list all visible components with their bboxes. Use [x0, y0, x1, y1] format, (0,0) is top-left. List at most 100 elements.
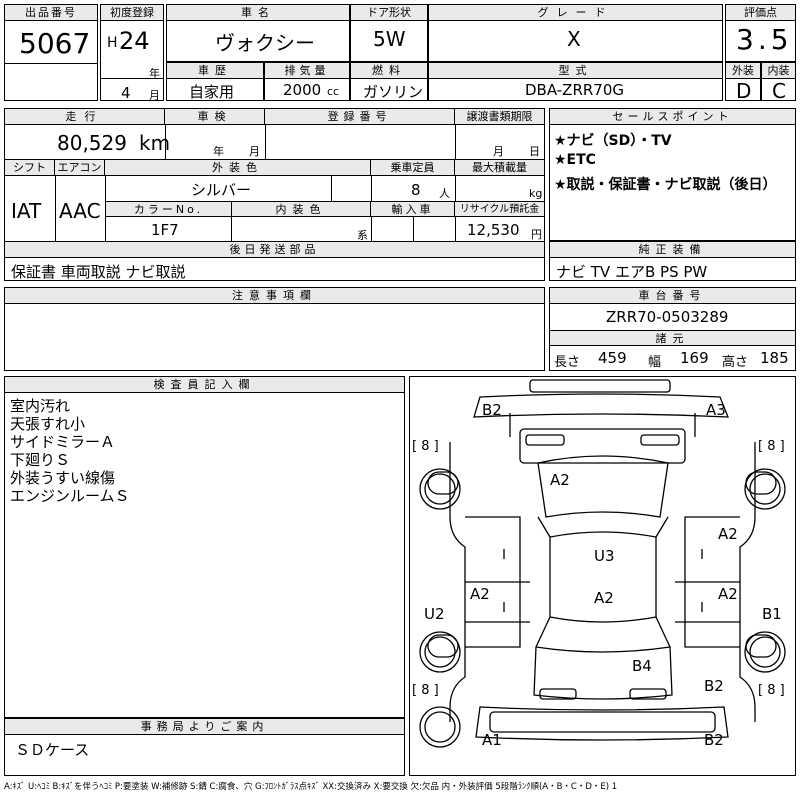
lot-number-box: 出品番号 5067	[4, 4, 98, 101]
grade-box: グレード X	[428, 4, 723, 62]
shift-label: シフト	[5, 160, 55, 176]
damage-mark: A2	[550, 471, 570, 489]
car-diagram-box: [ 8 ] [ 8 ] [ 8 ] [ 8 ] B2 A3 A2 A2 U3 A…	[409, 376, 796, 776]
transfer-label: 譲渡書類期限	[455, 109, 544, 125]
car-diagram	[419, 379, 786, 748]
recycle-label: リサイクル預託金	[455, 202, 544, 217]
transfer-day-unit: 日	[529, 145, 540, 158]
score-box: 評価点 3.5	[725, 4, 796, 62]
transfer-month-unit: 月	[493, 145, 504, 158]
specs-label: 諸元	[550, 331, 795, 346]
car-name: ヴォクシー	[215, 31, 315, 55]
damage-mark: B2	[482, 401, 502, 419]
damage-mark: B2	[704, 677, 724, 695]
reg-month-unit: 月	[149, 89, 160, 102]
interior-grade-label: 内装	[762, 63, 795, 79]
inspector-line: 外装うすい線傷	[10, 469, 116, 487]
width-label: 幅	[648, 355, 662, 370]
later-parts-label: 後日発送部品	[5, 242, 544, 258]
exterior-grade-label: 外装	[726, 63, 760, 79]
capacity-value: 8	[411, 181, 421, 199]
later-parts-value: 保証書 車両取説 ナビ取説	[11, 263, 186, 281]
aircon-label: エアコン	[55, 160, 105, 176]
shift-value: IAT	[11, 199, 42, 223]
inspector-label: 検査員記入欄	[5, 377, 404, 393]
exterior-grade-value: D	[736, 79, 752, 103]
car-name-box: 車名 ヴォクシー	[166, 4, 350, 62]
spec-block: 走行 車検 登録番号 譲渡書類期限 80,529 km 年 月 月 日 シフト …	[4, 108, 545, 256]
load-unit: kg	[529, 187, 543, 200]
inspector-box: 検査員記入欄 室内汚れ 天張すれ小 サイドミラーＡ 下廻りＳ 外装うすい線傷 エ…	[4, 376, 405, 718]
mileage-label: 走行	[5, 109, 165, 125]
width-value: 169	[680, 349, 709, 367]
inspector-line: 天張すれ小	[10, 415, 86, 433]
tire-depth-rear-left: [ 8 ]	[412, 683, 439, 698]
fuel-value: ガソリン	[363, 83, 424, 101]
model-label: 型式	[429, 63, 722, 79]
inspector-line: 室内汚れ	[10, 397, 71, 415]
load-label: 最大積載量	[455, 160, 544, 176]
mileage-value: 80,529	[57, 131, 127, 155]
damage-mark: A2	[470, 585, 490, 603]
history-label: 車歴	[167, 63, 263, 79]
door-label: ドア形状	[351, 5, 427, 21]
displacement-box: 排気量 2000 cc	[264, 62, 350, 101]
sales-point-item: ★ETC	[554, 152, 596, 168]
plate-label: 登録番号	[265, 109, 455, 125]
damage-mark: B1	[762, 605, 782, 623]
inspector-line: エンジンルームＳ	[10, 487, 130, 505]
registration-box: 初度登録 H 24 年 4 月	[100, 4, 164, 102]
color-no-value: 1F7	[151, 221, 179, 239]
chassis-label: 車台番号	[550, 288, 795, 304]
notes-box: 注意事項欄	[4, 287, 545, 371]
reg-year: 24	[119, 27, 150, 55]
displacement-value: 2000	[283, 81, 322, 99]
damage-mark: B4	[632, 657, 652, 675]
grade-value: X	[567, 27, 581, 51]
damage-legend: A:ｷｽﾞ U:ﾍｺﾐ B:ｷｽﾞを伴うﾍｺﾐ P:要塗装 W:補修跡 S:錆 …	[4, 782, 618, 792]
displacement-unit: cc	[327, 85, 340, 98]
color-no-label: カラーNo.	[106, 202, 232, 217]
lot-label: 出品番号	[5, 5, 97, 21]
model-value: DBA-ZRR70G	[525, 81, 625, 99]
interior-color-label: 内装色	[232, 202, 371, 217]
sales-points-label: セールスポイント	[550, 109, 795, 125]
lot-number: 5067	[19, 27, 91, 60]
sales-point-item: ★取説・保証書・ナビ取説（後日）	[554, 177, 777, 193]
length-label: 長さ	[554, 355, 581, 370]
office-box: 事務局よりご案内 ＳＤケース	[4, 718, 405, 776]
interior-grade-box: 内装 C	[761, 62, 796, 103]
aircon-value: AAC	[59, 199, 101, 223]
inspection-year-unit: 年	[213, 145, 224, 158]
grade-label: グレード	[429, 5, 722, 21]
height-label: 高さ	[722, 355, 749, 370]
model-box: 型式 DBA-ZRR70G	[428, 62, 723, 101]
inspection-label: 車検	[165, 109, 265, 125]
damage-mark: A2	[594, 589, 614, 607]
later-parts-box: 後日発送部品 保証書 車両取説 ナビ取説	[4, 241, 545, 281]
damage-mark: U3	[594, 547, 615, 565]
color-label: 外装色	[105, 160, 371, 176]
height-value: 185	[760, 349, 789, 367]
capacity-label: 乗車定員	[371, 160, 455, 176]
office-value: ＳＤケース	[15, 741, 90, 759]
damage-mark: A1	[482, 731, 502, 749]
notes-label: 注意事項欄	[5, 288, 544, 304]
office-label: 事務局よりご案内	[5, 719, 404, 735]
fuel-box: 燃料 ガソリン	[350, 62, 428, 101]
recycle-unit: 円	[531, 228, 542, 241]
car-name-label: 車名	[167, 5, 349, 21]
color-value: シルバー	[191, 181, 252, 199]
history-value: 自家用	[189, 83, 235, 101]
capacity-unit: 人	[439, 187, 450, 200]
length-value: 459	[598, 349, 627, 367]
mileage-unit: km	[139, 131, 171, 155]
equipment-label: 純正装備	[550, 242, 795, 258]
damage-mark: A3	[706, 401, 726, 419]
interior-grade-value: C	[772, 79, 786, 103]
tire-depth-front-right: [ 8 ]	[758, 439, 785, 454]
equipment-value: ナビ TV エアB PS PW	[556, 263, 708, 281]
fuel-label: 燃料	[351, 63, 427, 79]
displacement-label: 排気量	[265, 63, 349, 79]
sales-point-item: ★ナビ（SD）・TV	[554, 133, 672, 149]
